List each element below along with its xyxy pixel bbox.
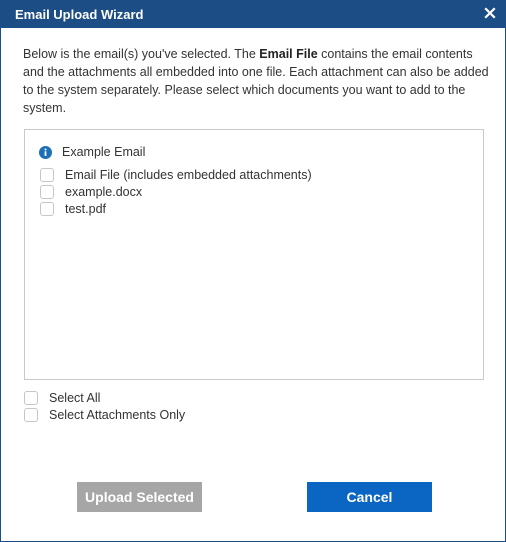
email-group-name: Example Email <box>62 145 146 159</box>
list-item-example-docx[interactable]: example.docx <box>40 184 142 200</box>
select-attachments-only-label: Select Attachments Only <box>49 408 186 422</box>
list-item-label: test.pdf <box>65 202 106 216</box>
email-upload-wizard-dialog: Email Upload Wizard Below is the email(s… <box>0 0 506 542</box>
select-attachments-only-option[interactable]: Select Attachments Only <box>24 407 185 423</box>
intro-text: Below is the email(s) you've selected. T… <box>23 45 491 117</box>
list-item-test-pdf[interactable]: test.pdf <box>40 201 106 217</box>
select-all-label: Select All <box>49 391 101 405</box>
info-icon <box>39 145 52 159</box>
document-list: Example Email Email File (includes embed… <box>24 129 484 380</box>
example-docx-checkbox[interactable] <box>40 185 54 199</box>
select-all-checkbox[interactable] <box>24 391 38 405</box>
dialog-title: Email Upload Wizard <box>15 7 144 22</box>
list-item-email-file[interactable]: Email File (includes embedded attachment… <box>40 167 312 183</box>
email-file-checkbox[interactable] <box>40 168 54 182</box>
upload-selected-button[interactable]: Upload Selected <box>77 482 202 512</box>
list-item-label: example.docx <box>65 185 143 199</box>
intro-text-bold: Email File <box>259 47 318 61</box>
select-attachments-only-checkbox[interactable] <box>24 408 38 422</box>
select-all-option[interactable]: Select All <box>24 390 100 406</box>
cancel-button[interactable]: Cancel <box>307 482 432 512</box>
dialog-titlebar: Email Upload Wizard <box>1 1 505 28</box>
close-icon[interactable] <box>484 6 496 19</box>
list-item-label: Email File (includes embedded attachment… <box>65 168 312 182</box>
intro-text-part1: Below is the email(s) you've selected. T… <box>23 47 260 61</box>
email-group-header: Example Email <box>39 144 145 160</box>
test-pdf-checkbox[interactable] <box>40 202 54 216</box>
